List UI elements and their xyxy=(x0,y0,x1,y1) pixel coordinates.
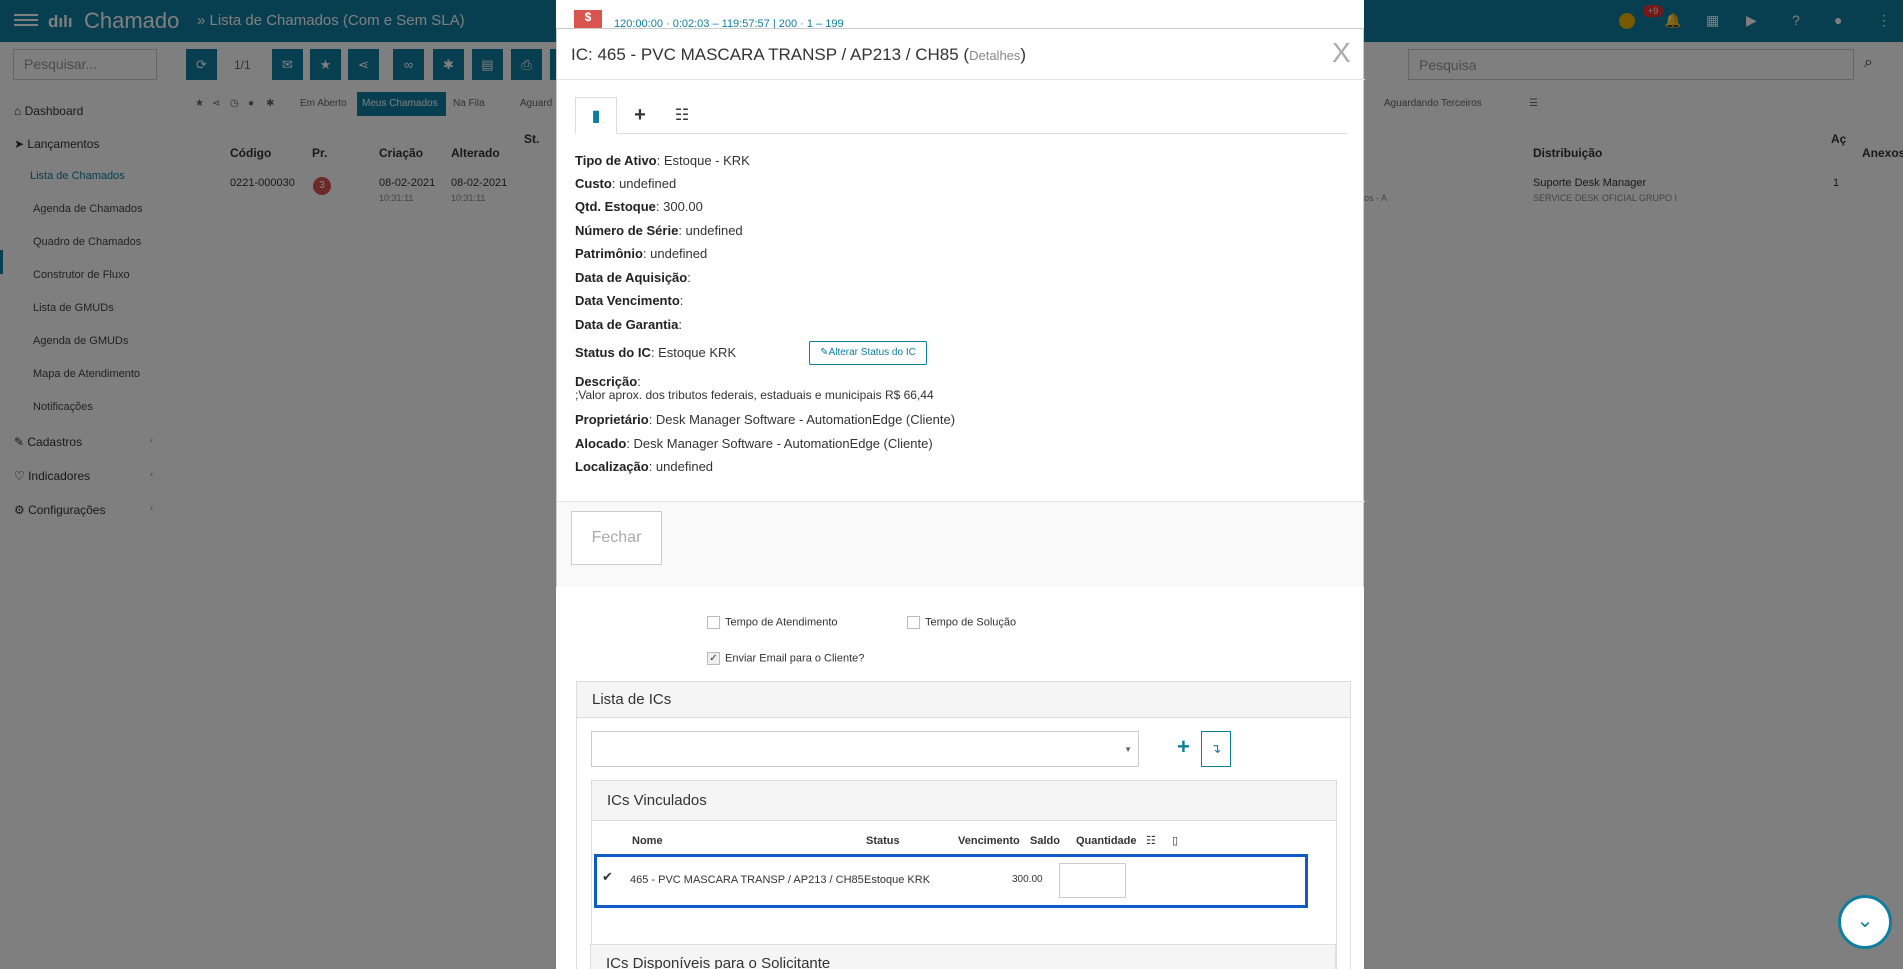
modal-footer xyxy=(557,502,1363,587)
lista-ics-panel: Lista de ICs ▼ + ↴ ICs Vinculados Nome S… xyxy=(576,681,1351,969)
divider xyxy=(557,79,1365,80)
field-value: : undefined xyxy=(642,246,708,261)
field-value: : Desk Manager Software - AutomationEdge… xyxy=(648,412,956,427)
field-label: Localização xyxy=(575,459,649,474)
col-saldo: Saldo xyxy=(1030,835,1060,847)
field-label: Custo xyxy=(575,176,612,191)
ic-details-modal: IC: 465 - PVC MASCARA TRANSP / AP213 / C… xyxy=(556,28,1365,587)
ticket-header-strip: $ 120:00:00 · 0:02:03 – 119:57:57 | 200 … xyxy=(556,0,1364,30)
tempo-solucao-checkbox[interactable]: Tempo de Solução xyxy=(907,616,1016,629)
link-ic-icon[interactable]: ↴ xyxy=(1201,731,1231,767)
details-link[interactable]: Detalhes xyxy=(969,48,1020,63)
checkbox-label: Enviar Email para o Cliente? xyxy=(725,652,865,665)
field-data-garantia: Data de Garantia: xyxy=(575,317,682,332)
ics-vinculados-panel: ICs Vinculados Nome Status Vencimento Sa… xyxy=(591,780,1337,969)
modal-title-end: ) xyxy=(1020,45,1027,64)
field-numero-serie: Número de Série: undefined xyxy=(575,223,743,238)
caret-down-icon: ▼ xyxy=(1124,745,1132,754)
field-label: Proprietário xyxy=(575,412,649,427)
alterar-status-button[interactable]: ✎Alterar Status do IC xyxy=(809,341,927,365)
field-data-aquisicao: Data de Aquisição: xyxy=(575,270,691,285)
field-qtd-estoque: Qtd. Estoque: 300.00 xyxy=(575,199,703,214)
document-icon[interactable]: ▯ xyxy=(1172,834,1178,847)
scroll-down-icon[interactable]: ⌄ xyxy=(1838,895,1892,949)
button-label: Alterar Status do IC xyxy=(828,347,916,358)
field-label: Status do IC xyxy=(575,345,651,360)
check-icon[interactable]: ✔ xyxy=(602,869,613,885)
field-label: Data Vencimento xyxy=(575,293,680,308)
checkbox[interactable] xyxy=(907,616,920,629)
field-tipo-ativo: Tipo de Ativo: Estoque - KRK xyxy=(575,153,750,168)
checkbox-label: Tempo de Solução xyxy=(925,616,1017,629)
ticket-form: Tempo de Atendimento Tempo de Solução ✓ E… xyxy=(556,586,1364,969)
field-label: Número de Série xyxy=(575,223,679,238)
list-icon[interactable]: ☷ xyxy=(661,97,703,134)
pencil-icon: ✎ xyxy=(820,347,829,358)
field-localizacao: Localização: undefined xyxy=(575,459,713,474)
field-status-ic: Status do IC: Estoque KRK xyxy=(575,345,736,360)
plus-icon[interactable]: + xyxy=(619,97,661,134)
field-label: Descrição xyxy=(575,374,638,389)
col-status: Status xyxy=(866,835,900,847)
ics-disponiveis-panel: ICs Disponíveis para o Solicitante xyxy=(590,944,1336,969)
field-label: Qtd. Estoque xyxy=(575,199,656,214)
lista-ics-title: Lista de ICs xyxy=(577,682,1350,718)
field-label: Data de Aquisição xyxy=(575,270,688,285)
field-descricao-label: Descrição: xyxy=(575,374,641,389)
col-nome: Nome xyxy=(632,835,663,847)
checkbox[interactable] xyxy=(707,616,720,629)
field-descricao-value: ;Valor aprox. dos tributos federais, est… xyxy=(575,388,934,402)
field-patrimonio: Patrimônio: undefined xyxy=(575,246,707,261)
field-value: : Desk Manager Software - AutomationEdge… xyxy=(626,436,933,451)
field-value: : xyxy=(678,317,682,332)
field-value: : undefined xyxy=(648,459,714,474)
add-ic-icon[interactable]: + xyxy=(1177,734,1190,760)
field-value: : Estoque KRK xyxy=(650,345,737,360)
field-value: : undefined xyxy=(678,223,743,238)
field-proprietario: Proprietário: Desk Manager Software - Au… xyxy=(575,412,955,427)
ics-disponiveis-title: ICs Disponíveis para o Solicitante xyxy=(591,945,1335,969)
quantidade-input[interactable] xyxy=(1059,863,1126,898)
modal-title-text: IC: 465 - PVC MASCARA TRANSP / AP213 / C… xyxy=(571,45,970,64)
book-icon[interactable]: ▮ xyxy=(575,97,617,134)
field-value: : xyxy=(679,293,684,308)
table-row[interactable]: ✔ 465 - PVC MASCARA TRANSP / AP213 / CH8… xyxy=(594,854,1308,908)
field-alocado: Alocado: Desk Manager Software - Automat… xyxy=(575,436,933,451)
col-quantidade: Quantidade xyxy=(1076,835,1137,847)
field-label: Data de Garantia xyxy=(575,317,679,332)
ic-select[interactable]: ▼ xyxy=(591,731,1139,767)
row-status: Estoque KRK xyxy=(864,874,931,886)
field-label: Patrimônio xyxy=(575,246,643,261)
field-data-vencimento: Data Vencimento: xyxy=(575,293,683,308)
ics-vinculados-title: ICs Vinculados xyxy=(592,781,1336,821)
field-value: : Estoque - KRK xyxy=(656,153,750,168)
field-value: : 300.00 xyxy=(655,199,703,214)
dollar-icon[interactable]: $ xyxy=(574,10,602,28)
row-saldo: 300.00 xyxy=(1012,874,1043,885)
check-icon[interactable]: ✓ xyxy=(707,652,720,665)
modal-tabs: ▮ + ☷ xyxy=(575,97,1347,134)
field-label: Alocado xyxy=(575,436,627,451)
field-custo: Custo: undefined xyxy=(575,176,676,191)
close-icon[interactable]: X xyxy=(1332,37,1351,69)
row-nome: 465 - PVC MASCARA TRANSP / AP213 / CH85 xyxy=(630,874,864,886)
tempo-atendimento-checkbox[interactable]: Tempo de Atendimento xyxy=(707,616,838,629)
list-icon[interactable]: ☷ xyxy=(1146,834,1156,847)
field-value: : xyxy=(687,270,691,285)
checkbox-label: Tempo de Atendimento xyxy=(725,616,838,629)
field-value: : undefined xyxy=(611,176,677,191)
fechar-button[interactable]: Fechar xyxy=(571,511,662,565)
col-vencimento: Vencimento xyxy=(958,835,1020,847)
field-label: Tipo de Ativo xyxy=(575,153,657,168)
enviar-email-checkbox[interactable]: ✓ Enviar Email para o Cliente? xyxy=(707,652,864,665)
modal-title: IC: 465 - PVC MASCARA TRANSP / AP213 / C… xyxy=(571,45,1026,65)
